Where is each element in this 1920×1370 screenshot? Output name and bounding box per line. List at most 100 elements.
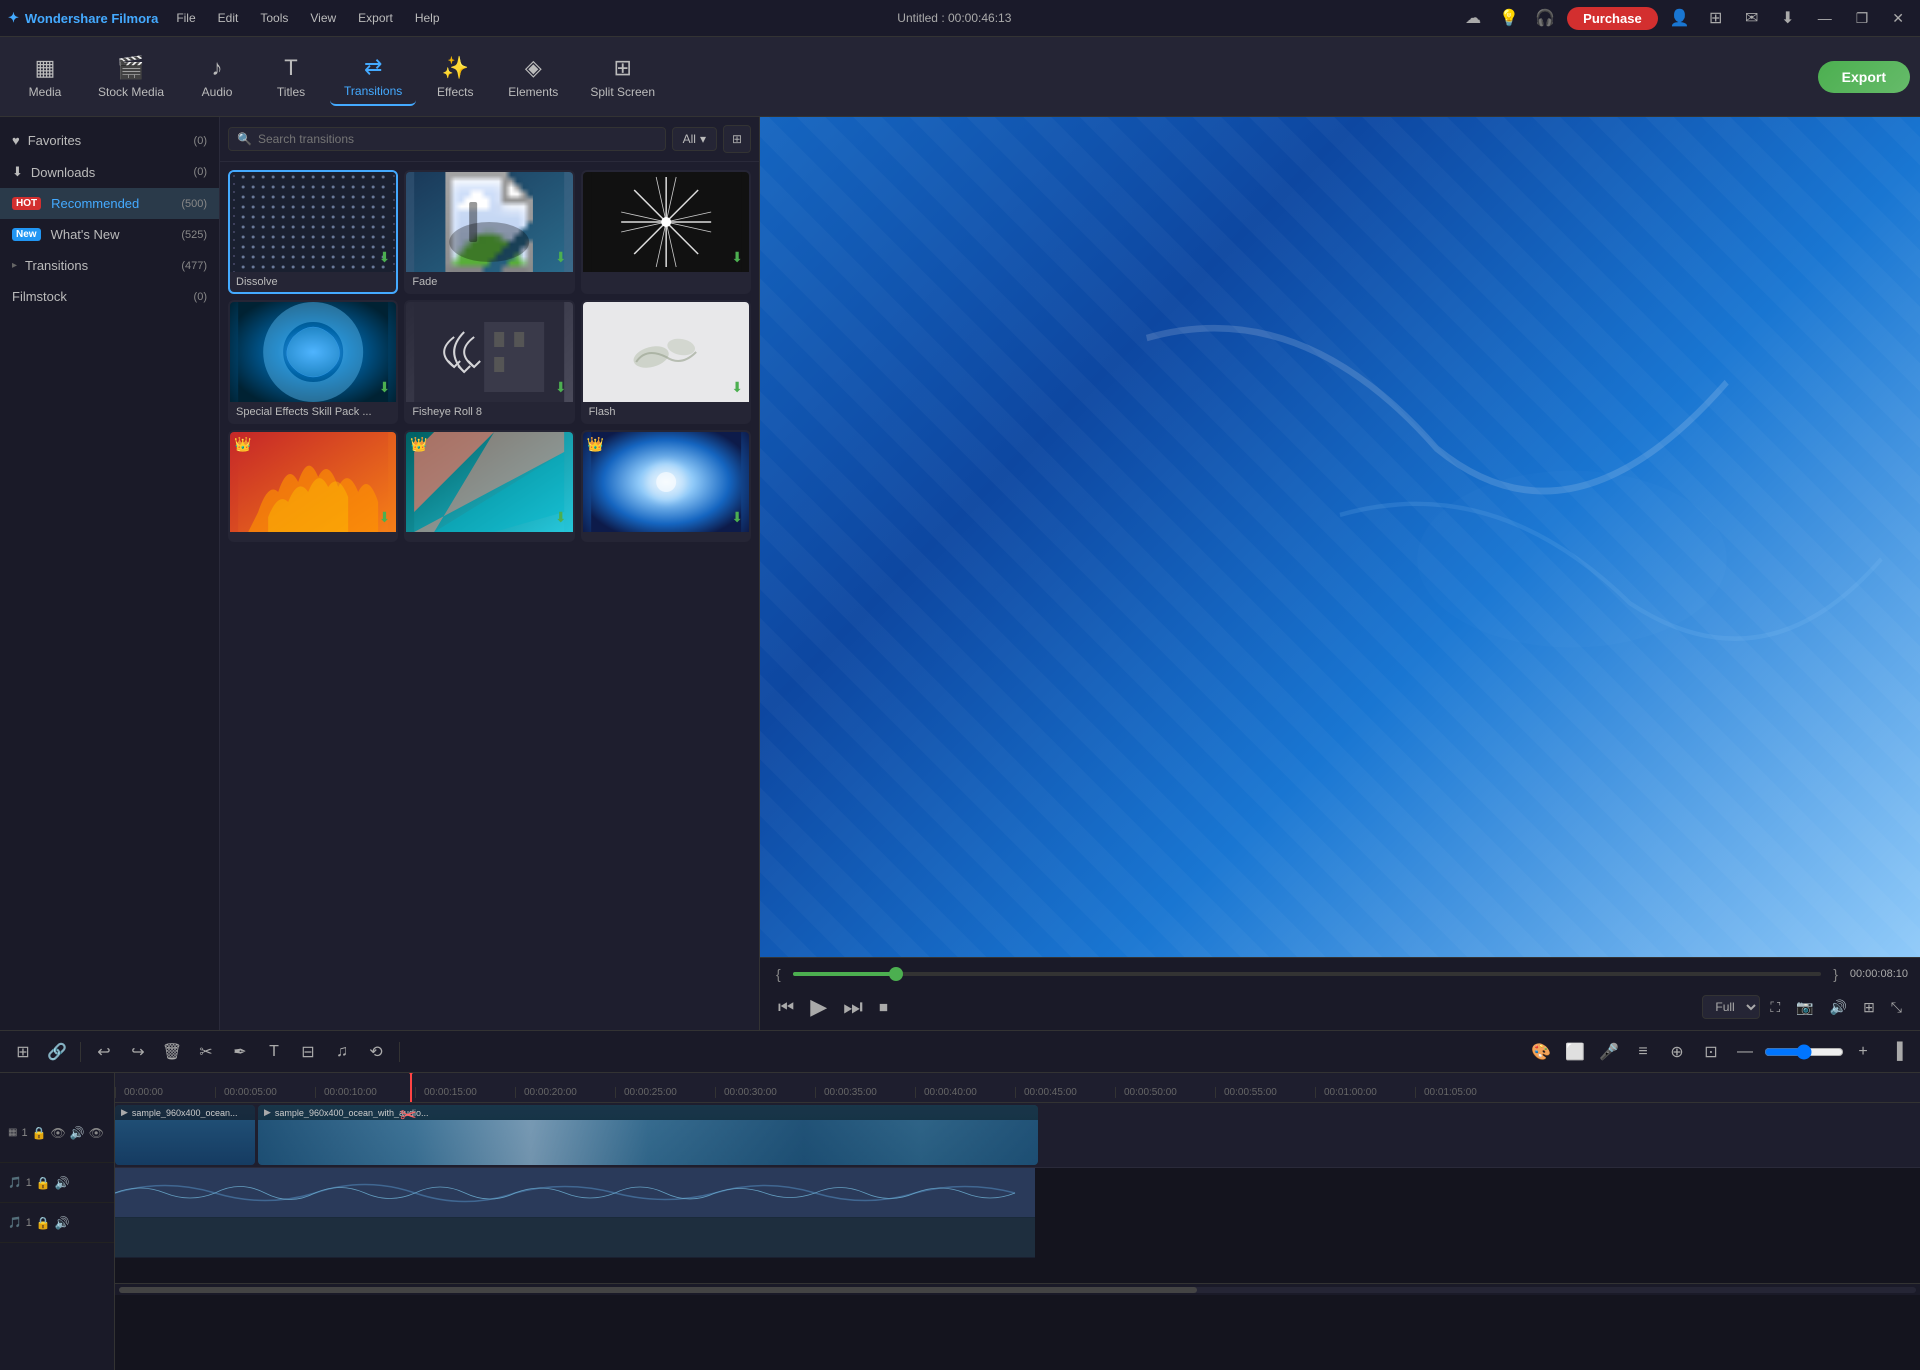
audio-mixer-button[interactable]: ♫	[327, 1037, 357, 1067]
transition-blue-glow[interactable]: 👑 ⬇	[581, 430, 751, 542]
toolbar-split-screen-label: Split Screen	[590, 85, 655, 99]
bulb-icon[interactable]: 💡	[1495, 4, 1523, 32]
bracket-end-button[interactable]: }	[1829, 964, 1842, 984]
sidebar-item-whats-new[interactable]: New What's New (525)	[0, 219, 219, 250]
color-grade-button[interactable]: 🎨	[1526, 1037, 1556, 1067]
layout-preview-button[interactable]: ⊞	[1857, 995, 1881, 1020]
timeline-tracks[interactable]: 00:00:00 00:00:05:00 00:00:10:00 00:00:1…	[115, 1073, 1920, 1370]
download-icon[interactable]: ⬇	[1774, 4, 1802, 32]
snapshot-button[interactable]: 📷	[1790, 995, 1819, 1020]
undo-button[interactable]: ↩	[89, 1037, 119, 1067]
zoom-in-button[interactable]: +	[1848, 1037, 1878, 1067]
starburst-label	[583, 272, 749, 280]
sidebar-item-filmstock[interactable]: Filmstock (0)	[0, 281, 219, 312]
layout-icon[interactable]: ⊞	[1702, 4, 1730, 32]
sidebar-item-transitions[interactable]: ▸ Transitions (477)	[0, 250, 219, 281]
toolbar-elements[interactable]: ◈ Elements	[494, 49, 572, 105]
mask-button[interactable]: ⬜	[1560, 1037, 1590, 1067]
transition-add-button[interactable]: ⊕	[1662, 1037, 1692, 1067]
sidebar-item-recommended[interactable]: HOT Recommended (500)	[0, 188, 219, 219]
transition-fire[interactable]: 👑 ⬇	[228, 430, 398, 542]
toolbar-stock-media[interactable]: 🎬 Stock Media	[84, 49, 178, 105]
stock-media-icon: 🎬	[117, 55, 144, 81]
toolbar-effects[interactable]: ✨ Effects	[420, 49, 490, 105]
video-clip-2[interactable]: ▶ sample_960x400_ocean_with_audio...	[258, 1105, 1038, 1165]
filter-dropdown[interactable]: All ▾	[672, 127, 717, 151]
play-button[interactable]: ▶	[804, 990, 833, 1024]
sidebar-item-favorites[interactable]: ♥ Favorites (0)	[0, 125, 219, 156]
transition-special-fx[interactable]: ⬇ Special Effects Skill Pack ...	[228, 300, 398, 424]
track-a1-volume[interactable]: 🔊	[55, 1176, 70, 1190]
close-button[interactable]: ✕	[1884, 8, 1912, 29]
transition-starburst[interactable]: ⬇	[581, 170, 751, 294]
dissolve-download-icon: ⬇	[379, 249, 391, 266]
transition-fade[interactable]: ⬇ Fade	[404, 170, 574, 294]
track-v1-camera[interactable]: 👁	[89, 1126, 104, 1140]
toolbar-titles[interactable]: T Titles	[256, 49, 326, 105]
menu-tools[interactable]: Tools	[250, 7, 298, 29]
quality-select[interactable]: Full 1/2 1/4	[1702, 995, 1760, 1019]
track-a1-lock[interactable]: 🔒	[36, 1176, 51, 1190]
user-avatar[interactable]: 👤	[1666, 4, 1694, 32]
scrollbar-horizontal[interactable]	[115, 1283, 1920, 1295]
overflow-button[interactable]: ▐	[1882, 1037, 1912, 1067]
track-v1-volume[interactable]: 🔊	[70, 1126, 85, 1140]
snap-button[interactable]: ⟲	[361, 1037, 391, 1067]
text-button[interactable]: T	[259, 1037, 289, 1067]
stop-button[interactable]: ⏹	[873, 993, 894, 1022]
bracket-start-button[interactable]: {	[772, 964, 785, 984]
transition-flash[interactable]: ⬇ Flash	[581, 300, 751, 424]
video-clip-1[interactable]: ▶ sample_960x400_ocean...	[115, 1105, 255, 1165]
fit-button[interactable]: ⤡	[1885, 995, 1908, 1020]
fullscreen-button[interactable]: ⛶	[1764, 995, 1786, 1020]
minimize-button[interactable]: —	[1810, 8, 1840, 28]
transition-dissolve[interactable]: ⬇ Dissolve	[228, 170, 398, 294]
panel-body: ♥ Favorites (0) ⬇ Downloads (0) HOT Reco…	[0, 117, 759, 1030]
redo-button[interactable]: ↪	[123, 1037, 153, 1067]
delete-button[interactable]: 🗑	[157, 1037, 187, 1067]
purchase-button[interactable]: Purchase	[1567, 7, 1658, 30]
add-track-button[interactable]: ⊞	[8, 1037, 38, 1067]
link-button[interactable]: 🔗	[42, 1037, 72, 1067]
clip-settings-button[interactable]: ⊟	[293, 1037, 323, 1067]
export-button[interactable]: Export	[1818, 61, 1910, 93]
flash-thumb: ⬇	[583, 302, 749, 402]
zoom-slider[interactable]	[1764, 1044, 1844, 1060]
headset-icon[interactable]: 🎧	[1531, 4, 1559, 32]
clip-2-header: ▶ sample_960x400_ocean_with_audio...	[258, 1105, 1038, 1120]
zoom-out-button[interactable]: —	[1730, 1037, 1760, 1067]
toolbar-media[interactable]: ▦ Media	[10, 49, 80, 105]
progress-bar[interactable]	[793, 972, 1822, 976]
track-v1-lock[interactable]: 🔒	[32, 1126, 47, 1140]
menu-export[interactable]: Export	[348, 7, 403, 29]
transition-fisheye[interactable]: ⬇ Fisheye Roll 8	[404, 300, 574, 424]
fast-forward-button[interactable]: ⏭	[837, 990, 869, 1024]
search-input[interactable]	[258, 132, 657, 146]
menu-edit[interactable]: Edit	[208, 7, 249, 29]
captions-button[interactable]: ⊡	[1696, 1037, 1726, 1067]
mail-icon[interactable]: ✉	[1738, 4, 1766, 32]
menu-view[interactable]: View	[300, 7, 346, 29]
track-v1-eye[interactable]: 👁	[51, 1126, 66, 1140]
sidebar-item-downloads[interactable]: ⬇ Downloads (0)	[0, 156, 219, 188]
cloud-icon[interactable]: ☁	[1459, 4, 1487, 32]
mic-button[interactable]: 🎤	[1594, 1037, 1624, 1067]
toolbar-separator-2	[399, 1042, 400, 1062]
toolbar-audio[interactable]: ♪ Audio	[182, 49, 252, 105]
toolbar-split-screen[interactable]: ⊞ Split Screen	[576, 49, 669, 105]
toolbar-transitions[interactable]: ⇄ Transitions	[330, 48, 416, 106]
audio-track-button[interactable]: ≡	[1628, 1037, 1658, 1067]
rewind-button[interactable]: ⏮	[772, 993, 800, 1022]
menu-help[interactable]: Help	[405, 7, 450, 29]
track-m1-lock[interactable]: 🔒	[36, 1216, 51, 1230]
transition-teal[interactable]: 👑 ⬇	[404, 430, 574, 542]
cut-button[interactable]: ✂	[191, 1037, 221, 1067]
menu-file[interactable]: File	[166, 7, 205, 29]
progress-thumb	[889, 967, 903, 981]
track-m1-volume[interactable]: 🔊	[55, 1216, 70, 1230]
grid-view-button[interactable]: ⊞	[723, 125, 751, 153]
maximize-button[interactable]: ❐	[1848, 8, 1877, 29]
sidebar-filmstock-label: Filmstock	[12, 289, 67, 304]
volume-button[interactable]: 🔊	[1824, 995, 1853, 1020]
pen-button[interactable]: ✒	[225, 1037, 255, 1067]
